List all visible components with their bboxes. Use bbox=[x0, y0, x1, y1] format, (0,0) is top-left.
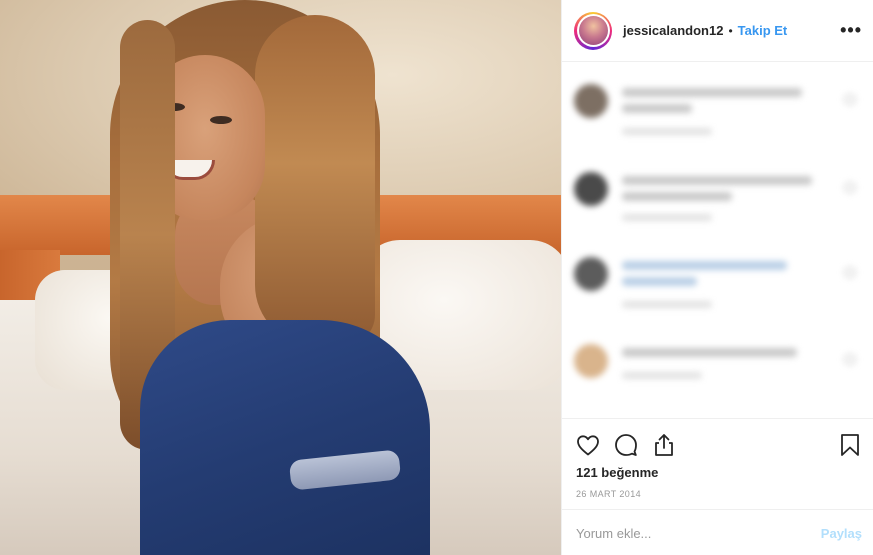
add-comment-bar: Paylaş bbox=[562, 509, 873, 555]
comment-meta bbox=[622, 128, 712, 135]
comment-text-line bbox=[622, 277, 697, 286]
avatar-inner bbox=[576, 14, 610, 47]
comment-text-line bbox=[622, 88, 802, 97]
comment-avatar bbox=[574, 84, 608, 118]
comment-button[interactable] bbox=[612, 431, 640, 459]
photo-eye-right bbox=[210, 116, 232, 124]
comment-meta bbox=[622, 372, 702, 379]
comment-avatar bbox=[574, 257, 608, 291]
comment-like-icon[interactable] bbox=[844, 182, 856, 193]
comment-avatar bbox=[574, 172, 608, 206]
post-actions: 121 beğenme 26 MART 2014 Paylaş bbox=[562, 418, 873, 555]
like-button[interactable] bbox=[574, 431, 602, 459]
comment-text-line bbox=[622, 104, 692, 113]
comment-bubble-icon bbox=[615, 434, 637, 456]
comment-meta bbox=[622, 301, 712, 308]
more-options-icon[interactable]: ••• bbox=[840, 20, 862, 41]
comment-text-line bbox=[622, 348, 797, 357]
bookmark-icon bbox=[841, 434, 859, 456]
comment-meta bbox=[622, 214, 712, 221]
comment-text-line bbox=[622, 176, 812, 185]
likes-count[interactable]: 121 beğenme bbox=[576, 465, 658, 480]
post-comment-button[interactable]: Paylaş bbox=[821, 526, 862, 541]
post-photo[interactable] bbox=[0, 0, 561, 555]
comment-text-line bbox=[622, 261, 787, 270]
comment-avatar bbox=[574, 344, 608, 378]
avatar-image bbox=[578, 16, 608, 45]
comment-input[interactable] bbox=[576, 525, 821, 541]
photo-sweater bbox=[140, 320, 430, 555]
comments-list bbox=[562, 62, 873, 418]
photo-hair-right bbox=[255, 15, 375, 345]
username-link[interactable]: jessicalandon12 bbox=[623, 23, 723, 38]
share-icon bbox=[655, 434, 673, 456]
avatar[interactable] bbox=[574, 11, 612, 50]
comment-like-icon[interactable] bbox=[844, 354, 856, 365]
save-button[interactable] bbox=[836, 431, 864, 459]
post-header: jessicalandon12 • Takip Et ••• bbox=[562, 0, 873, 62]
header-separator: • bbox=[728, 23, 733, 38]
comment-like-icon[interactable] bbox=[844, 94, 856, 105]
comment-text-line bbox=[622, 192, 732, 201]
post-date[interactable]: 26 MART 2014 bbox=[576, 489, 641, 499]
share-button[interactable] bbox=[650, 431, 678, 459]
heart-icon bbox=[577, 435, 599, 456]
post-sidebar: jessicalandon12 • Takip Et ••• 121 beğen… bbox=[561, 0, 873, 555]
follow-button[interactable]: Takip Et bbox=[738, 23, 788, 38]
comment-like-icon[interactable] bbox=[844, 267, 856, 278]
